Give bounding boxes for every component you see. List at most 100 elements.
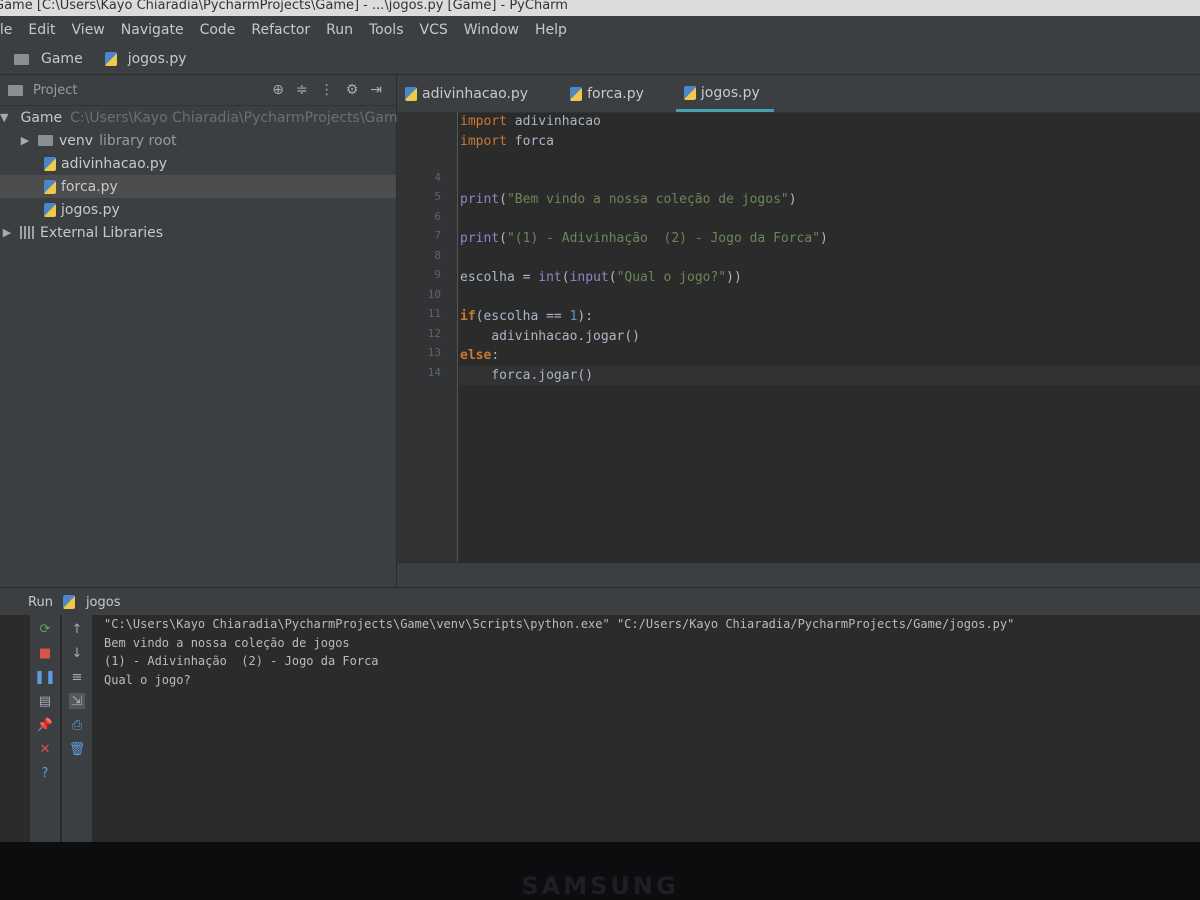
pause-icon[interactable]: ❚❚: [34, 669, 56, 685]
python-file-icon: [44, 156, 56, 171]
string-literal: "Qual o jogo?": [616, 270, 727, 285]
scroll-up-icon[interactable]: ↑: [69, 621, 85, 637]
line-number: 7: [434, 229, 441, 242]
console-output[interactable]: "C:\Users\Kayo Chiaradia\PycharmProjects…: [100, 615, 1200, 840]
menu-tools[interactable]: Tools: [369, 22, 404, 38]
collapse-icon[interactable]: ≑: [296, 82, 308, 98]
code-line[interactable]: if(escolha == 1):: [459, 307, 1200, 327]
project-panel-header: Project ⊕ ≑ ⋮ ⚙ ⇥: [0, 75, 396, 106]
code-text: adivinhacao: [506, 114, 601, 129]
console-line: (1) - Adivinhação (2) - Jogo da Forca: [104, 654, 379, 668]
run-panel-label: Run: [28, 594, 53, 610]
tab-forca[interactable]: forca.py: [562, 76, 658, 112]
close-icon[interactable]: ✕: [37, 741, 53, 757]
code-line[interactable]: [459, 249, 1200, 269]
tree-item-note: library root: [99, 132, 177, 149]
help-icon[interactable]: ?: [37, 765, 53, 781]
pin-icon[interactable]: 📌: [37, 717, 53, 733]
layout-icon[interactable]: ▤: [37, 693, 53, 709]
code-text: ):: [577, 309, 594, 324]
tree-item-label: External Libraries: [40, 224, 163, 241]
keyword: else: [460, 348, 492, 363]
code-text: adivinhacao.jogar(): [460, 328, 641, 344]
editor-horizontal-scrollbar[interactable]: [397, 563, 1200, 587]
line-number: 6: [434, 209, 441, 223]
line-number: 8: [434, 248, 441, 262]
hide-icon[interactable]: ⇥: [370, 82, 382, 98]
rerun-icon[interactable]: ⟳: [37, 621, 53, 637]
locate-icon[interactable]: ⊕: [272, 82, 284, 98]
line-number: 4: [434, 170, 441, 184]
collapse-arrow-icon[interactable]: ▶: [0, 226, 14, 239]
breadcrumb-project[interactable]: Game: [41, 51, 83, 67]
menu-run[interactable]: Run: [326, 22, 353, 38]
code-line-current[interactable]: forca.jogar(): [459, 365, 1200, 385]
line-number: 9: [434, 268, 441, 281]
run-config-name[interactable]: jogos: [86, 595, 121, 610]
code-line[interactable]: [459, 210, 1200, 230]
tab-jogos[interactable]: jogos.py: [675, 76, 774, 112]
menu-vcs[interactable]: VCS: [420, 22, 448, 38]
console-toolbar: ↑ ↓ ≡ ⇲ ⎙ 🗑: [62, 615, 92, 842]
print-icon[interactable]: ⎙: [69, 717, 85, 733]
keyword: import: [460, 133, 507, 149]
tree-item-external-libraries[interactable]: ▶ External Libraries: [0, 221, 396, 244]
scroll-down-icon[interactable]: ↓: [69, 645, 85, 661]
code-line[interactable]: escolha = int(input("Qual o jogo?")): [459, 268, 1200, 288]
tree-root[interactable]: ▼ Game C:\Users\Kayo Chiaradia\PycharmPr…: [0, 106, 406, 129]
tree-item-adivinhacao[interactable]: adivinhacao.py: [0, 152, 396, 175]
code-line[interactable]: [459, 288, 1200, 308]
code-line[interactable]: import forca: [459, 132, 1200, 152]
tree-item-forca[interactable]: forca.py: [0, 175, 396, 198]
window-title-bar: Game [C:\Users\Kayo Chiaradia\PycharmPro…: [0, 0, 1200, 16]
folder-icon: [38, 135, 53, 146]
menu-view[interactable]: View: [72, 22, 105, 38]
gear-icon[interactable]: ⚙: [346, 82, 359, 98]
code-line[interactable]: [459, 151, 1200, 171]
code-text: (: [561, 270, 570, 285]
code-line[interactable]: else:: [459, 346, 1200, 366]
line-number: 11: [427, 307, 441, 320]
more-icon[interactable]: ⋮: [320, 82, 334, 98]
tree-item-jogos[interactable]: jogos.py: [0, 198, 396, 221]
code-text: (: [608, 270, 617, 285]
code-line[interactable]: import adivinhacao: [459, 112, 1200, 132]
tab-adivinhacao[interactable]: adivinhacao.py: [397, 76, 542, 112]
breadcrumb: Game jogos.py: [8, 51, 187, 67]
python-file-icon: [405, 87, 417, 101]
menu-navigate[interactable]: Navigate: [121, 22, 184, 38]
menu-refactor[interactable]: Refactor: [251, 22, 310, 38]
code-line[interactable]: print("Bem vindo a nossa coleção de jogo…: [459, 190, 1200, 210]
string-literal: "Bem vindo a nossa coleção de jogos": [506, 192, 789, 207]
expand-arrow-icon[interactable]: ▼: [0, 111, 8, 124]
project-panel-title[interactable]: Project: [33, 83, 77, 98]
run-panel: ⟳ ■ ❚❚ ▤ 📌 ✕ ? ↑ ↓ ≡ ⇲ ⎙ 🗑 "C:\Users\Kay…: [0, 615, 1200, 842]
code-line[interactable]: print("(1) - Adivinhação (2) - Jogo da F…: [459, 229, 1200, 249]
tree-item-venv[interactable]: ▶ venv library root: [0, 129, 396, 152]
menu-window[interactable]: Window: [464, 22, 519, 38]
code-text: ): [820, 231, 828, 246]
console-line: "C:\Users\Kayo Chiaradia\PycharmProjects…: [104, 617, 1015, 631]
stop-icon[interactable]: ■: [37, 645, 53, 661]
code-area[interactable]: import adivinhacao import forca print("B…: [459, 112, 1200, 385]
project-tree: ▼ Game C:\Users\Kayo Chiaradia\PycharmPr…: [0, 106, 406, 244]
breadcrumb-file[interactable]: jogos.py: [128, 51, 187, 67]
menu-help[interactable]: Help: [535, 22, 567, 38]
collapse-arrow-icon[interactable]: ▶: [18, 134, 32, 147]
menu-edit[interactable]: Edit: [28, 22, 55, 38]
tree-item-label: adivinhacao.py: [61, 155, 168, 172]
code-line[interactable]: [459, 171, 1200, 191]
menu-code[interactable]: Code: [200, 22, 236, 38]
tree-item-label: jogos.py: [61, 201, 120, 218]
line-number: [397, 151, 457, 171]
line-number: 12: [427, 326, 441, 340]
python-file-icon: [62, 595, 75, 609]
code-line[interactable]: adivinhacao.jogar(): [459, 327, 1200, 347]
tab-label: forca.py: [587, 86, 644, 102]
scroll-to-end-icon[interactable]: ⇲: [69, 693, 85, 709]
soft-wrap-icon[interactable]: ≡: [69, 669, 85, 685]
menu-file[interactable]: ile: [0, 22, 12, 38]
trash-icon[interactable]: 🗑: [69, 741, 86, 757]
python-file-icon: [104, 52, 117, 66]
code-text: )): [726, 270, 742, 285]
